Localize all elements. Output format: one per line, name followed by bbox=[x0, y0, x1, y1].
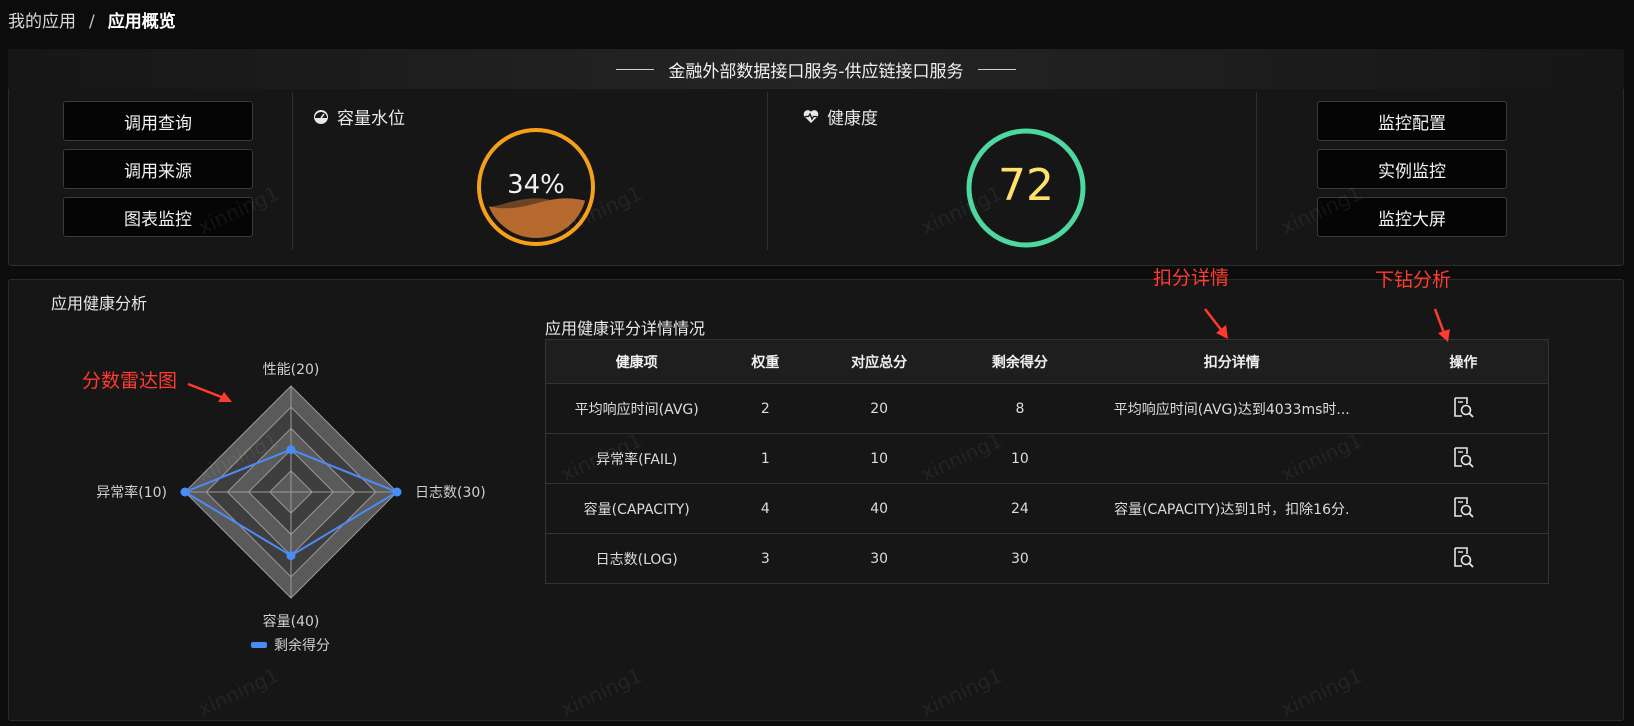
radar-data-point bbox=[286, 445, 296, 455]
cell-action bbox=[1378, 383, 1549, 434]
cell-weight: 2 bbox=[727, 383, 804, 434]
capacity-label: 容量水位 bbox=[337, 109, 405, 129]
breadcrumb-separator: / bbox=[89, 12, 95, 32]
cell-total: 40 bbox=[803, 483, 956, 534]
table-row: 容量(CAPACITY) 4 40 24 容量(CAPACITY)达到1时，扣除… bbox=[545, 483, 1549, 534]
col-header-weight: 权重 bbox=[727, 339, 804, 384]
radar-axis-label: 性能(20) bbox=[263, 362, 320, 378]
divider bbox=[1256, 92, 1257, 250]
cell-action bbox=[1378, 433, 1549, 484]
cell-remain: 24 bbox=[955, 483, 1085, 534]
table-title: 应用健康评分详情情况 bbox=[545, 319, 706, 338]
call-query-button[interactable]: 调用查询 bbox=[63, 101, 253, 141]
legend-swatch bbox=[251, 642, 267, 648]
table-row: 异常率(FAIL) 1 10 10 bbox=[545, 433, 1549, 484]
cell-total: 30 bbox=[803, 533, 956, 584]
divider bbox=[292, 92, 293, 250]
cell-remain: 30 bbox=[955, 533, 1085, 584]
health-header: 健康度 bbox=[803, 104, 878, 129]
drill-down-icon[interactable] bbox=[1452, 446, 1474, 468]
deduction-detail: 平均响应时间(AVG)达到4033ms时... bbox=[1113, 401, 1350, 418]
cell-item: 异常率(FAIL) bbox=[545, 433, 728, 484]
divider bbox=[767, 92, 768, 250]
cell-total: 20 bbox=[803, 383, 956, 434]
cell-item: 日志数(LOG) bbox=[545, 533, 728, 584]
capacity-value: 34% bbox=[507, 170, 565, 200]
cell-weight: 3 bbox=[727, 533, 804, 584]
cell-item: 平均响应时间(AVG) bbox=[545, 383, 728, 434]
table-row: 平均响应时间(AVG) 2 20 8 平均响应时间(AVG)达到4033ms时.… bbox=[545, 383, 1549, 434]
drill-down-icon[interactable] bbox=[1452, 496, 1474, 518]
cell-detail: 容量(CAPACITY)达到1时，扣除16分. bbox=[1084, 483, 1379, 534]
cell-action bbox=[1378, 483, 1549, 534]
breadcrumb: 我的应用 / 应用概览 bbox=[8, 7, 176, 32]
title-right-rule bbox=[977, 68, 1016, 70]
table-header-row: 健康项 权重 对应总分 剩余得分 扣分详情 操作 bbox=[545, 339, 1549, 384]
health-score: 72 bbox=[998, 160, 1054, 211]
analysis-title: 应用健康分析 bbox=[51, 294, 148, 313]
cell-total: 10 bbox=[803, 433, 956, 484]
cell-item: 容量(CAPACITY) bbox=[545, 483, 728, 534]
cell-remain: 8 bbox=[955, 383, 1085, 434]
annotation-arrow-icon bbox=[1433, 308, 1450, 342]
cell-weight: 4 bbox=[727, 483, 804, 534]
score-table: 健康项 权重 对应总分 剩余得分 扣分详情 操作 平均响应时间(AVG) 2 2… bbox=[545, 339, 1549, 584]
heart-pulse-icon bbox=[803, 109, 819, 124]
legend-label: 剩余得分 bbox=[274, 637, 330, 654]
service-title-bar: 金融外部数据接口服务-供应链接口服务 bbox=[8, 49, 1624, 89]
drill-down-icon[interactable] bbox=[1452, 546, 1474, 568]
annotation-arrow-icon bbox=[1204, 308, 1228, 339]
health-gauge: 72 bbox=[966, 128, 1086, 248]
score-table-wrap: 健康项 权重 对应总分 剩余得分 扣分详情 操作 平均响应时间(AVG) 2 2… bbox=[545, 339, 1549, 584]
cell-action bbox=[1378, 533, 1549, 584]
radar-axis-label: 异常率(10) bbox=[96, 484, 167, 501]
col-header-item: 健康项 bbox=[545, 339, 728, 384]
cell-detail bbox=[1084, 433, 1379, 484]
cell-detail bbox=[1084, 533, 1379, 584]
table-row: 日志数(LOG) 3 30 30 bbox=[545, 533, 1549, 584]
chart-monitor-button[interactable]: 图表监控 bbox=[63, 197, 253, 237]
capacity-gauge: 34% bbox=[476, 127, 596, 247]
cell-detail: 平均响应时间(AVG)达到4033ms时... bbox=[1084, 383, 1379, 434]
annotation-drill: 下钻分析 bbox=[1375, 269, 1452, 291]
annotation-arrow-icon bbox=[187, 382, 232, 402]
col-header-action: 操作 bbox=[1378, 339, 1549, 384]
annotation-deduction: 扣分详情 bbox=[1153, 267, 1230, 289]
radar-axis-label: 容量(40) bbox=[263, 613, 320, 630]
annotation-radar: 分数雷达图 bbox=[82, 370, 178, 392]
service-title: 金融外部数据接口服务-供应链接口服务 bbox=[668, 61, 964, 82]
monitor-config-button[interactable]: 监控配置 bbox=[1317, 101, 1507, 141]
col-header-remain: 剩余得分 bbox=[955, 339, 1085, 384]
instance-monitor-button[interactable]: 实例监控 bbox=[1317, 149, 1507, 189]
radar-data-point bbox=[286, 551, 296, 561]
gauge-icon bbox=[313, 109, 329, 125]
call-source-button[interactable]: 调用来源 bbox=[63, 149, 253, 189]
health-label: 健康度 bbox=[827, 109, 878, 129]
breadcrumb-parent[interactable]: 我的应用 bbox=[8, 12, 76, 32]
radar-axis-label: 日志数(30) bbox=[415, 485, 486, 501]
drill-down-icon[interactable] bbox=[1452, 396, 1474, 418]
title-left-rule bbox=[616, 68, 655, 70]
cell-remain: 10 bbox=[955, 433, 1085, 484]
capacity-header: 容量水位 bbox=[313, 104, 405, 129]
col-header-total: 对应总分 bbox=[803, 339, 956, 384]
radar-data-point bbox=[392, 487, 402, 497]
col-header-detail: 扣分详情 bbox=[1084, 339, 1379, 384]
breadcrumb-current: 应用概览 bbox=[107, 12, 176, 32]
deduction-detail: 容量(CAPACITY)达到1时，扣除16分. bbox=[1114, 501, 1350, 518]
monitor-screen-button[interactable]: 监控大屏 bbox=[1317, 197, 1507, 237]
cell-weight: 1 bbox=[727, 433, 804, 484]
radar-data-point bbox=[180, 487, 190, 497]
